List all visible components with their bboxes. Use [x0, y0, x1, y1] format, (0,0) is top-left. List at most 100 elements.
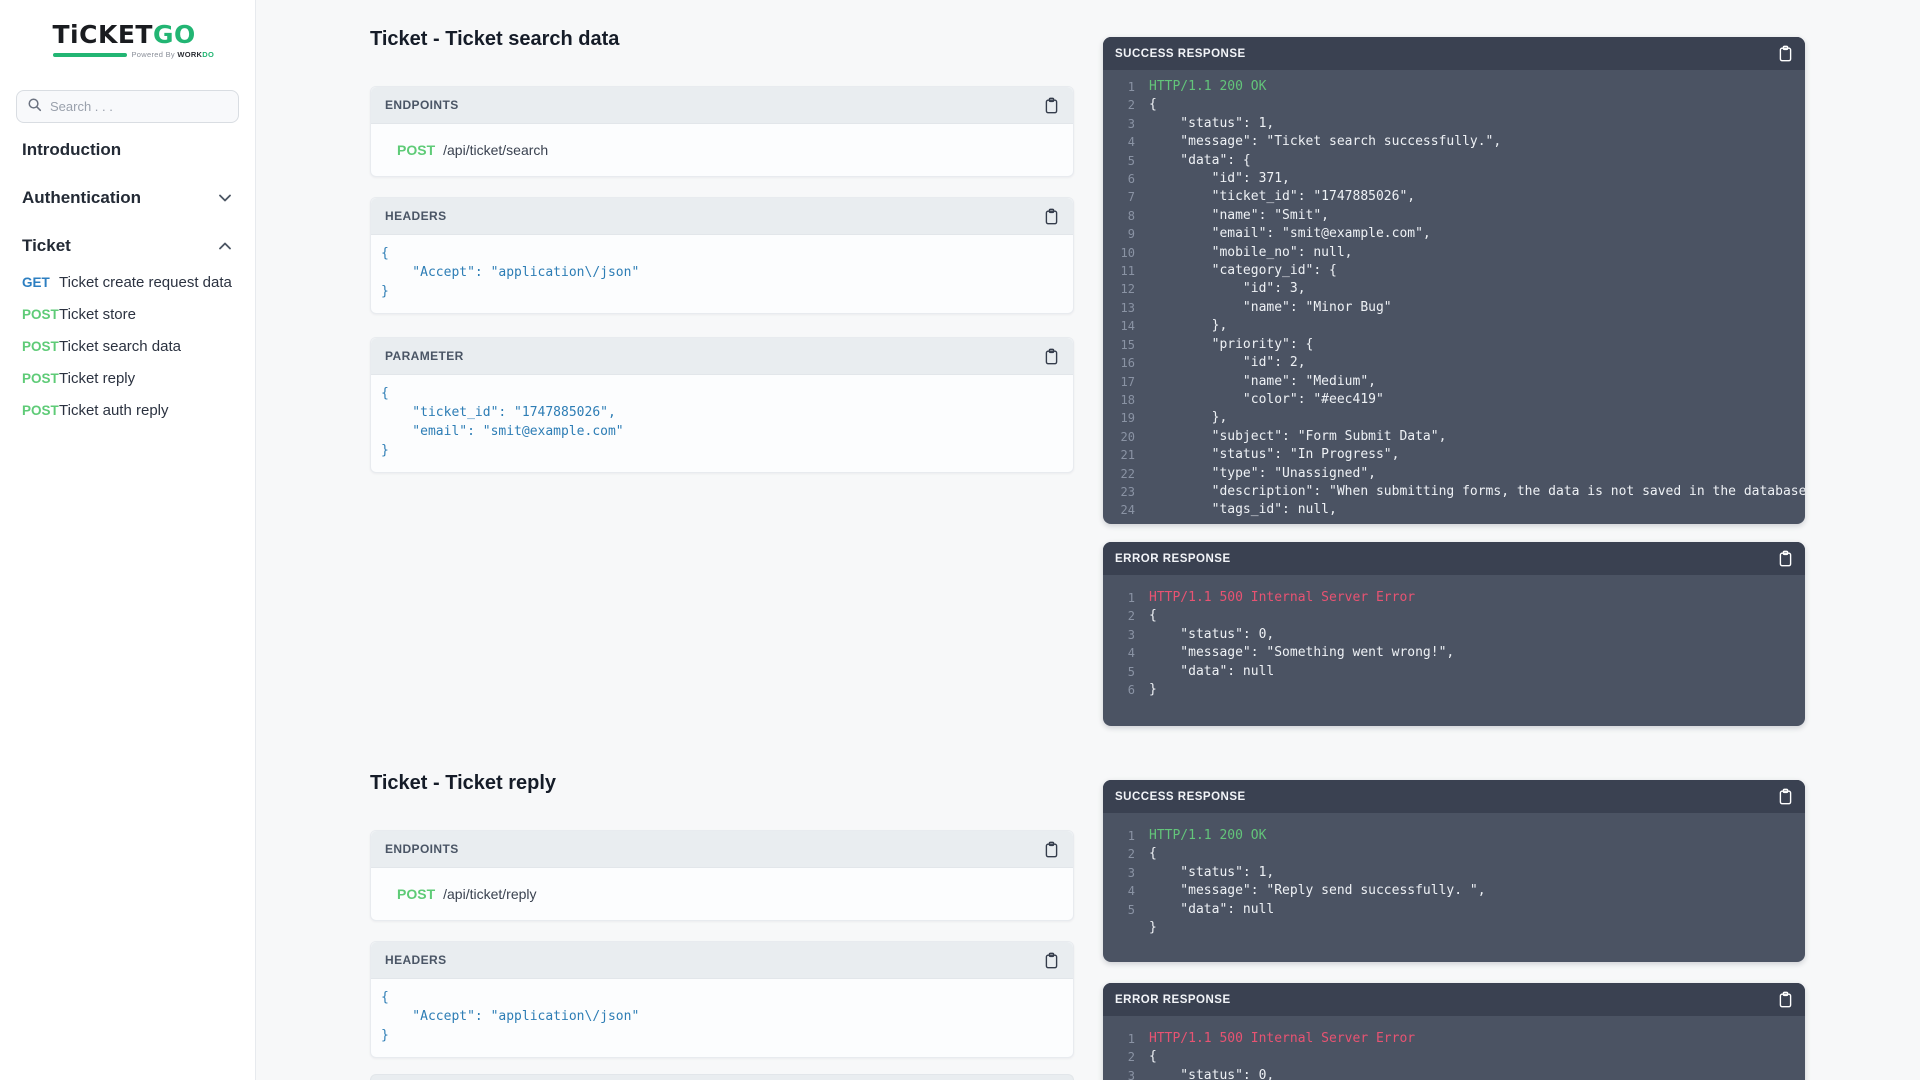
- headers-panel: HEADERS { "Accept": "application\/json"}: [370, 197, 1074, 314]
- endpoint-label: Ticket store: [59, 305, 136, 325]
- code-line: 3 "status": 1,: [1113, 864, 1805, 882]
- line-text: "status": 1,: [1149, 115, 1274, 133]
- code-block: { "Accept": "application\/json"}: [371, 979, 1073, 1057]
- search-input[interactable]: [50, 99, 228, 114]
- method-badge: POST: [22, 401, 59, 421]
- copy-icon[interactable]: [1044, 841, 1059, 858]
- code-line: 1 HTTP/1.1 500 Internal Server Error: [1113, 1030, 1805, 1048]
- panel-title: ERROR RESPONSE: [1115, 994, 1231, 1006]
- method-badge: POST: [22, 369, 59, 389]
- copy-icon[interactable]: [1778, 788, 1793, 805]
- nav-label: Introduction: [22, 140, 121, 160]
- code-line: 18 "color": "#eec419": [1113, 391, 1805, 409]
- panel-title: SUCCESS RESPONSE: [1115, 48, 1246, 60]
- panel-header: ERROR RESPONSE: [1103, 983, 1805, 1016]
- code-line: 16 "id": 2,: [1113, 354, 1805, 372]
- panel-title: HEADERS: [385, 953, 446, 967]
- line-number: 10: [1113, 244, 1135, 262]
- code-line: 5 "data": null: [1113, 901, 1805, 919]
- line-number: 2: [1113, 845, 1135, 863]
- code-block: 1 HTTP/1.1 200 OK 2 { 3 "status": 1, 4 "…: [1103, 70, 1805, 524]
- nav-label: Authentication: [22, 188, 141, 208]
- sidebar: TiCKETGO Powered By WORKDO Introduction …: [0, 0, 256, 1080]
- sidebar-endpoint-item[interactable]: GET Ticket create request data: [0, 273, 255, 293]
- sidebar-endpoint-item[interactable]: POST Ticket search data: [0, 337, 255, 357]
- code-line: 19 },: [1113, 409, 1805, 427]
- sidebar-item-ticket[interactable]: Ticket: [0, 234, 255, 258]
- panel-header: HEADERS: [371, 942, 1073, 979]
- endpoint-label: Ticket auth reply: [59, 401, 169, 421]
- code-line: 14 },: [1113, 317, 1805, 335]
- sidebar-endpoint-item[interactable]: POST Ticket store: [0, 305, 255, 325]
- endpoint-label: Ticket reply: [59, 369, 135, 389]
- endpoint-label: Ticket create request data: [59, 273, 232, 293]
- line-number: 7: [1113, 188, 1135, 206]
- line-text: "name": "Minor Bug": [1149, 299, 1392, 317]
- copy-icon[interactable]: [1044, 208, 1059, 225]
- chevron-down-icon: [219, 194, 231, 202]
- copy-icon[interactable]: [1778, 550, 1793, 567]
- panel-title: ENDPOINTS: [385, 842, 459, 856]
- line-number: 1: [1113, 1030, 1135, 1048]
- endpoint-label: Ticket search data: [59, 337, 181, 357]
- copy-icon[interactable]: [1778, 991, 1793, 1008]
- section-title: Ticket - Ticket reply: [370, 772, 556, 795]
- line-number: 1: [1113, 589, 1135, 607]
- code-line: }: [381, 441, 1061, 460]
- line-number: 3: [1113, 626, 1135, 644]
- search-icon: [27, 97, 42, 117]
- line-text: "ticket_id": "1747885026",: [1149, 188, 1415, 206]
- code-line: 12 "id": 3,: [1113, 280, 1805, 298]
- line-number: 6: [1113, 681, 1135, 699]
- panel-header: SUCCESS RESPONSE: [1103, 780, 1805, 813]
- endpoint-row: POST /api/ticket/reply: [371, 868, 1073, 920]
- panel-header: ENDPOINTS: [371, 831, 1073, 868]
- line-text: HTTP/1.1 500 Internal Server Error: [1149, 589, 1415, 607]
- sidebar-item-introduction[interactable]: Introduction: [0, 138, 255, 162]
- line-text: HTTP/1.1 200 OK: [1149, 827, 1266, 845]
- line-text: "name": "Medium",: [1149, 373, 1376, 391]
- copy-icon[interactable]: [1044, 952, 1059, 969]
- line-number: 9: [1113, 225, 1135, 243]
- code-line: 2 {: [1113, 607, 1805, 625]
- chevron-up-icon: [219, 242, 231, 250]
- line-text: "name": "Smit",: [1149, 207, 1329, 225]
- ticket-endpoints-list: GET Ticket create request data POST Tick…: [0, 273, 255, 421]
- copy-icon[interactable]: [1044, 348, 1059, 365]
- code-line: 3 "status": 0,: [1113, 626, 1805, 644]
- copy-icon[interactable]: [1778, 45, 1793, 62]
- line-number: [1113, 919, 1135, 937]
- code-line: "ticket_id": "1747885026",: [381, 403, 1061, 422]
- line-text: "id": 3,: [1149, 280, 1306, 298]
- panel-header: SUCCESS RESPONSE: [1103, 37, 1805, 70]
- endpoints-panel: ENDPOINTS POST /api/ticket/reply: [370, 830, 1074, 921]
- tagline-text: Powered By: [132, 50, 175, 59]
- code-line: 23 "description": "When submitting forms…: [1113, 483, 1805, 501]
- success-response-panel: SUCCESS RESPONSE 1 HTTP/1.1 200 OK 2 { 3…: [1103, 37, 1805, 524]
- sidebar-item-authentication[interactable]: Authentication: [0, 186, 255, 210]
- success-response-panel: SUCCESS RESPONSE 1 HTTP/1.1 200 OK 2 { 3…: [1103, 780, 1805, 962]
- sidebar-endpoint-item[interactable]: POST Ticket auth reply: [0, 401, 255, 421]
- copy-icon[interactable]: [1044, 97, 1059, 114]
- panel-title: PARAMETER: [385, 349, 464, 363]
- code-line: "email": "smit@example.com": [381, 422, 1061, 441]
- logo-underline: [53, 53, 127, 57]
- line-text: {: [1149, 607, 1157, 625]
- page: TiCKETGO Powered By WORKDO Introduction …: [0, 0, 1920, 1080]
- line-number: 19: [1113, 409, 1135, 427]
- code-block: 1 HTTP/1.1 500 Internal Server Error 2 {…: [1103, 1016, 1805, 1080]
- sidebar-endpoint-item[interactable]: POST Ticket reply: [0, 369, 255, 389]
- code-line: }: [381, 1026, 1061, 1045]
- code-line: {: [381, 384, 1061, 403]
- search-box[interactable]: [16, 90, 239, 123]
- panel-header: HEADERS: [371, 198, 1073, 235]
- app-logo[interactable]: TiCKETGO Powered By WORKDO: [53, 20, 203, 59]
- headers-panel: HEADERS { "Accept": "application\/json"}: [370, 941, 1074, 1058]
- line-number: 5: [1113, 152, 1135, 170]
- line-text: "status": 0,: [1149, 1067, 1274, 1080]
- panel-header: ENDPOINTS: [371, 87, 1073, 124]
- tagline-brand-dark: WORK: [177, 50, 202, 59]
- line-text: "id": 371,: [1149, 170, 1290, 188]
- line-text: "message": "Reply send successfully. ",: [1149, 882, 1486, 900]
- code-line: 11 "category_id": {: [1113, 262, 1805, 280]
